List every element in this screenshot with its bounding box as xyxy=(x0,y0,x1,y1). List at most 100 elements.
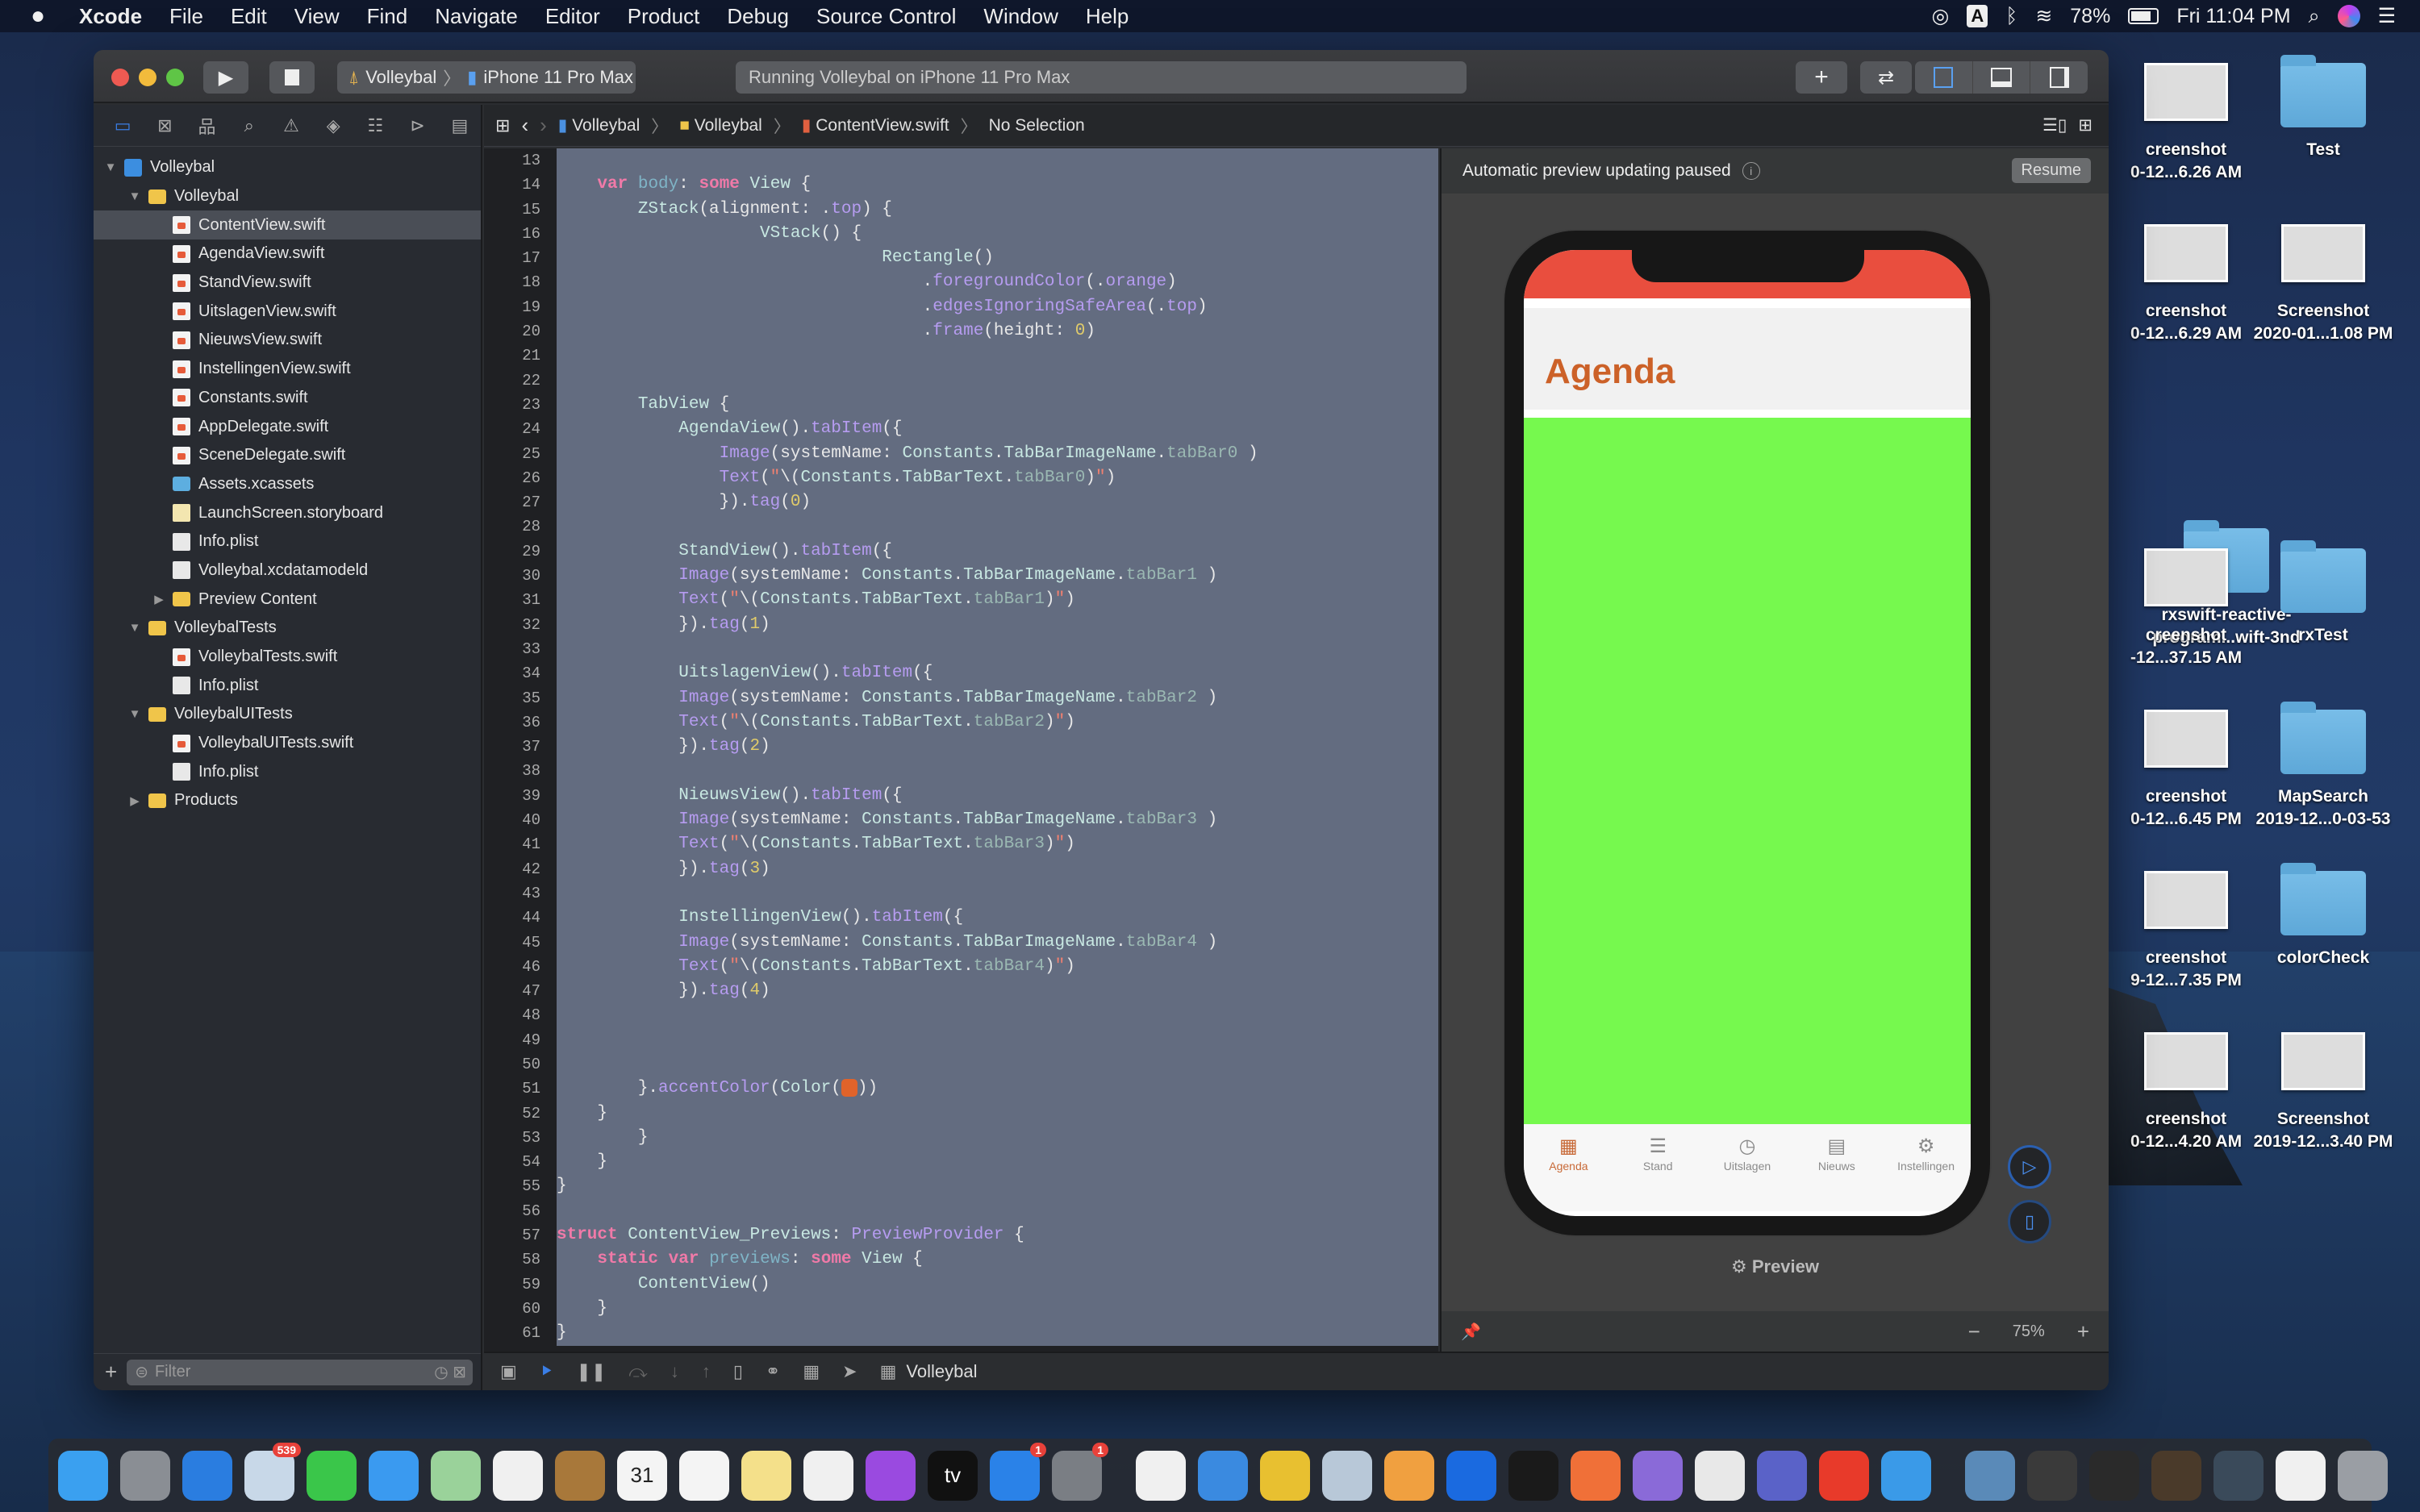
code-line[interactable]: }).tag(4) xyxy=(557,979,1438,1003)
tree-item[interactable]: ▼ Volleybal xyxy=(94,153,481,182)
tree-item[interactable]: ▶ Preview Content xyxy=(94,585,481,614)
symbol-navigator-tab-icon[interactable]: 品 xyxy=(186,113,227,139)
code-line[interactable]: Text("\(Constants.TabBarText.tabBar4)") xyxy=(557,955,1438,979)
code-line[interactable]: } xyxy=(557,1321,1438,1345)
minimize-window-button[interactable] xyxy=(139,69,156,86)
crumb-project[interactable]: ▮ Volleybal xyxy=(558,115,640,135)
code-line[interactable]: StandView().tabItem({ xyxy=(557,539,1438,564)
hide-debug-area-icon[interactable]: ▣ xyxy=(500,1361,517,1382)
desktop-icon[interactable]: Screenshot 2020-01...1.08 PM xyxy=(2243,224,2404,345)
dock-app-launchpad[interactable] xyxy=(120,1450,170,1501)
code-line[interactable] xyxy=(557,514,1438,539)
creative-cloud-icon[interactable]: ◎ xyxy=(1931,4,1949,28)
tree-item[interactable]: ▼ VolleybalTests xyxy=(94,614,481,643)
code-line[interactable]: AgendaView().tabItem({ xyxy=(557,417,1438,441)
run-button[interactable]: ▶ xyxy=(203,61,248,94)
code-line[interactable] xyxy=(557,759,1438,783)
code-line[interactable]: }).tag(0) xyxy=(557,490,1438,514)
tree-item[interactable]: Assets.xcassets xyxy=(94,470,481,499)
desktop-icon[interactable]: Test xyxy=(2243,55,2404,161)
pin-icon[interactable]: 📌 xyxy=(1461,1322,1481,1342)
back-chevron-icon[interactable]: ‹ xyxy=(521,113,528,138)
source-lines[interactable]: var body: some View { ZStack(alignment: … xyxy=(557,148,1438,1390)
dock-app-doc-2[interactable] xyxy=(2089,1450,2139,1501)
desktop-icon[interactable]: MapSearch 2019-12...0-03-53 xyxy=(2243,702,2404,831)
input-source-icon[interactable]: A xyxy=(1967,5,1988,27)
desktop-icon[interactable]: colorCheck xyxy=(2243,863,2404,969)
tree-item[interactable]: ContentView.swift xyxy=(94,210,481,240)
dock-app-reminders[interactable] xyxy=(679,1450,729,1501)
zoom-in-button[interactable]: + xyxy=(2077,1319,2089,1344)
desktop-icon[interactable]: Screenshot 2019-12...3.40 PM xyxy=(2243,1032,2404,1153)
code-line[interactable]: ZStack(alignment: .top) { xyxy=(557,198,1438,222)
tab-instellingen[interactable]: ⚙ Instellingen xyxy=(1881,1134,1971,1211)
environment-overrides-icon[interactable]: ▦ xyxy=(803,1361,820,1382)
close-window-button[interactable] xyxy=(111,69,129,86)
view-debugger-icon[interactable]: ▯ xyxy=(733,1361,743,1382)
code-line[interactable]: Image(systemName: Constants.TabBarImageN… xyxy=(557,442,1438,466)
dock-app-tv[interactable]: tv xyxy=(928,1450,978,1501)
code-line[interactable]: Image(systemName: Constants.TabBarImageN… xyxy=(557,808,1438,832)
dock-app-paw[interactable] xyxy=(1384,1450,1434,1501)
disclosure-closed-icon[interactable]: ▶ xyxy=(127,793,142,808)
code-line[interactable]: .foregroundColor(.orange) xyxy=(557,270,1438,294)
code-line[interactable]: struct ContentView_Previews: PreviewProv… xyxy=(557,1223,1438,1248)
code-line[interactable] xyxy=(557,148,1438,173)
code-line[interactable]: Image(systemName: Constants.TabBarImageN… xyxy=(557,686,1438,710)
tree-item[interactable]: AppDelegate.swift xyxy=(94,412,481,441)
dock-app-xcode[interactable] xyxy=(1881,1450,1931,1501)
step-over-icon[interactable]: ⤼ xyxy=(628,1361,648,1382)
step-out-icon[interactable]: ↑ xyxy=(702,1361,711,1382)
dock-app-doc-5[interactable] xyxy=(2276,1450,2326,1501)
resume-button[interactable]: Resume xyxy=(2011,158,2091,183)
test-navigator-tab-diamond-icon[interactable]: ◈ xyxy=(312,115,354,136)
pause-icon[interactable]: ❚❚ xyxy=(576,1361,606,1382)
dock-app-trash[interactable] xyxy=(2338,1450,2388,1501)
tree-item[interactable]: Constants.swift xyxy=(94,384,481,413)
menu-file[interactable]: File xyxy=(169,4,203,29)
code-line[interactable]: }).tag(2) xyxy=(557,735,1438,759)
step-into-icon[interactable]: ↓ xyxy=(670,1361,679,1382)
code-line[interactable] xyxy=(557,369,1438,393)
forward-chevron-icon[interactable]: › xyxy=(540,113,547,138)
dock-app-teams[interactable] xyxy=(1757,1450,1807,1501)
code-line[interactable]: static var previews: some View { xyxy=(557,1248,1438,1272)
dock-app-mail[interactable]: 539 xyxy=(244,1442,301,1501)
tree-item[interactable]: AgendaView.swift xyxy=(94,240,481,269)
code-line[interactable]: InstellingenView().tabItem({ xyxy=(557,906,1438,930)
code-line[interactable]: Text("\(Constants.TabBarText.tabBar0)") xyxy=(557,466,1438,490)
dock-app-contacts[interactable] xyxy=(555,1450,605,1501)
dock-app-chrome[interactable] xyxy=(1260,1450,1310,1501)
code-line[interactable]: ContentView() xyxy=(557,1272,1438,1297)
dock-app-postman[interactable] xyxy=(1571,1450,1621,1501)
scheme-selector[interactable]: ⍋ Volleybal 〉 ▮ iPhone 11 Pro Max xyxy=(337,61,636,94)
find-navigator-tab-search-icon[interactable]: ⌕ xyxy=(228,115,270,136)
filter-field[interactable]: ⊜ Filter ◷ ⊠ xyxy=(127,1359,473,1385)
breakpoint-navigator-tab-icon[interactable]: ⊳ xyxy=(397,115,439,136)
iphone-screen[interactable]: Agenda ▦ Agenda ☰ Stand ◷ Uitslagen ▤ Nieuws ⚙ In… xyxy=(1524,250,1971,1216)
menu-app[interactable]: Xcode xyxy=(79,4,142,29)
disclosure-open-icon[interactable]: ▼ xyxy=(103,160,118,174)
dock-app-facetime[interactable] xyxy=(307,1450,357,1501)
dock-app-terminal[interactable] xyxy=(1508,1450,1558,1501)
dock-app-pdf-expert[interactable] xyxy=(1819,1450,1869,1501)
color-literal-swatch[interactable] xyxy=(841,1078,857,1097)
tree-item[interactable]: InstellingenView.swift xyxy=(94,355,481,384)
code-line[interactable] xyxy=(557,1199,1438,1223)
memory-graph-icon[interactable]: ⚭ xyxy=(766,1361,780,1382)
tree-item[interactable]: SceneDelegate.swift xyxy=(94,441,481,470)
code-line[interactable]: UitslagenView().tabItem({ xyxy=(557,661,1438,685)
code-line[interactable]: } xyxy=(557,1126,1438,1150)
code-line[interactable] xyxy=(557,1003,1438,1027)
dock-app-sourcetree[interactable] xyxy=(1446,1450,1496,1501)
code-line[interactable] xyxy=(557,344,1438,368)
tree-item[interactable]: StandView.swift xyxy=(94,269,481,298)
code-line[interactable] xyxy=(557,1052,1438,1077)
menu-window[interactable]: Window xyxy=(983,4,1058,29)
crumb-file[interactable]: ▮ ContentView.swift xyxy=(802,115,949,135)
disclosure-open-icon[interactable]: ▼ xyxy=(127,621,142,635)
tree-item[interactable]: ▼ VolleybalUITests xyxy=(94,700,481,729)
tree-item[interactable]: Volleybal.xcdatamodeld xyxy=(94,556,481,585)
apple-menu-icon[interactable]: ● xyxy=(31,2,55,30)
dock-app-podcasts[interactable] xyxy=(866,1450,916,1501)
